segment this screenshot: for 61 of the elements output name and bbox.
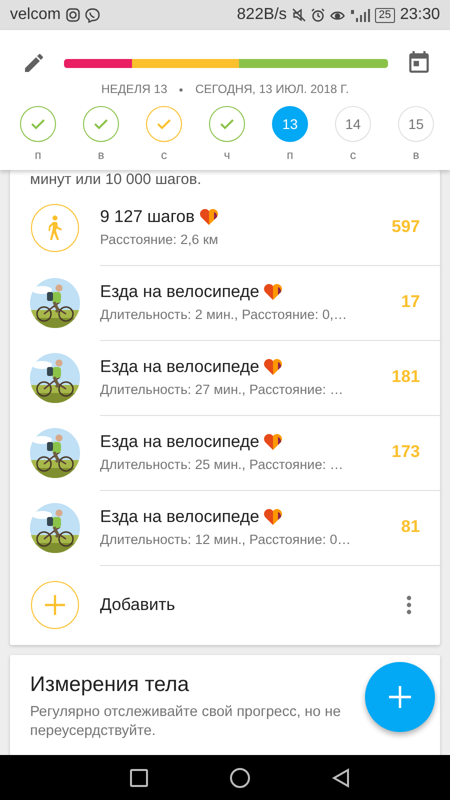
check-icon bbox=[30, 118, 46, 130]
activity-details: Длительность: 25 мин., Расстояние: … bbox=[100, 457, 344, 472]
add-label[interactable]: Добавить bbox=[100, 595, 402, 615]
recents-button[interactable] bbox=[129, 768, 149, 788]
activity-row[interactable]: Езда на велосипеде Длительность: 25 мин., Расстояние: … 173 bbox=[10, 415, 440, 490]
more-icon bbox=[406, 595, 412, 615]
muted-speaker-icon bbox=[292, 8, 306, 22]
eye-icon bbox=[330, 9, 345, 21]
heart-icon bbox=[263, 358, 284, 376]
activity-details: Длительность: 27 мин., Расстояние: … bbox=[100, 382, 344, 397]
activity-row[interactable]: Езда на велосипеде Длительность: 27 мин., Расстояние: … 181 bbox=[10, 340, 440, 415]
weekday-label: с bbox=[350, 148, 356, 162]
back-button[interactable] bbox=[331, 768, 351, 788]
points-value: 597 bbox=[390, 217, 421, 237]
weekday-label: с bbox=[161, 148, 167, 162]
weekday-label: п bbox=[286, 148, 294, 162]
heart-icon bbox=[263, 433, 284, 451]
heart-icon bbox=[263, 508, 284, 526]
activity-title: Езда на велосипеде bbox=[100, 357, 260, 377]
camera-icon bbox=[66, 8, 80, 22]
points-value: 181 bbox=[390, 367, 421, 387]
activity-row[interactable]: 9 127 шагов Расстояние: 2,6 км 597 bbox=[10, 190, 440, 265]
goal-text: минут или 10 000 шагов. bbox=[29, 170, 202, 190]
phone-bubble-icon bbox=[84, 8, 100, 22]
check-icon bbox=[93, 118, 109, 130]
signal-icon bbox=[350, 8, 370, 22]
carrier-name: velcom bbox=[10, 6, 61, 24]
activity-details: Длительность: 12 мин., Расстояние: 0… bbox=[100, 532, 352, 547]
network-speed: 822B/s bbox=[236, 6, 287, 24]
plus-icon bbox=[44, 594, 66, 616]
activity-title: 9 127 шагов bbox=[100, 207, 195, 227]
week-label: НЕДЕЛЯ 13 bbox=[101, 82, 168, 96]
activity-details: Расстояние: 2,6 км bbox=[100, 232, 220, 247]
day-button[interactable]: 14 bbox=[335, 106, 371, 142]
weekday-label: в bbox=[412, 148, 420, 162]
date-label: СЕГОДНЯ, 13 ИЮЛ. 2018 Г. bbox=[195, 82, 349, 96]
weekday-label: ч bbox=[224, 148, 230, 162]
activity-row[interactable]: Езда на велосипеде Длительность: 2 мин., Расстояние: 0,… 17 bbox=[10, 265, 440, 340]
battery-level: 25 bbox=[374, 8, 395, 22]
activity-details: Длительность: 2 мин., Расстояние: 0,… bbox=[100, 307, 348, 322]
points-value: 17 bbox=[400, 292, 421, 312]
activity-row[interactable]: Езда на велосипеде Длительность: 12 мин., Расстояние: 0… 81 bbox=[10, 490, 440, 565]
pencil-icon[interactable] bbox=[22, 51, 46, 75]
check-icon bbox=[156, 118, 172, 130]
plus-icon bbox=[388, 685, 412, 709]
card-description: Регулярно отслеживайте свой прогресс, но не переусердствуйте. bbox=[30, 703, 342, 741]
check-icon bbox=[219, 118, 235, 130]
heart-icon bbox=[198, 208, 219, 226]
activity-title: Езда на велосипеде bbox=[100, 507, 260, 527]
alarm-clock-icon bbox=[310, 8, 325, 22]
points-value: 173 bbox=[390, 442, 421, 462]
home-button[interactable] bbox=[229, 766, 251, 788]
clock-time: 23:30 bbox=[400, 6, 440, 24]
points-value: 81 bbox=[400, 517, 421, 537]
heart-icon bbox=[263, 283, 284, 301]
weekday-label: в bbox=[98, 148, 104, 162]
card-title: Измерения тела bbox=[30, 673, 190, 697]
weekday-label: п bbox=[34, 148, 42, 162]
day-button[interactable]: 15 bbox=[398, 106, 434, 142]
activity-title: Езда на велосипеде bbox=[100, 282, 260, 302]
activity-title: Езда на велосипеде bbox=[100, 432, 260, 452]
